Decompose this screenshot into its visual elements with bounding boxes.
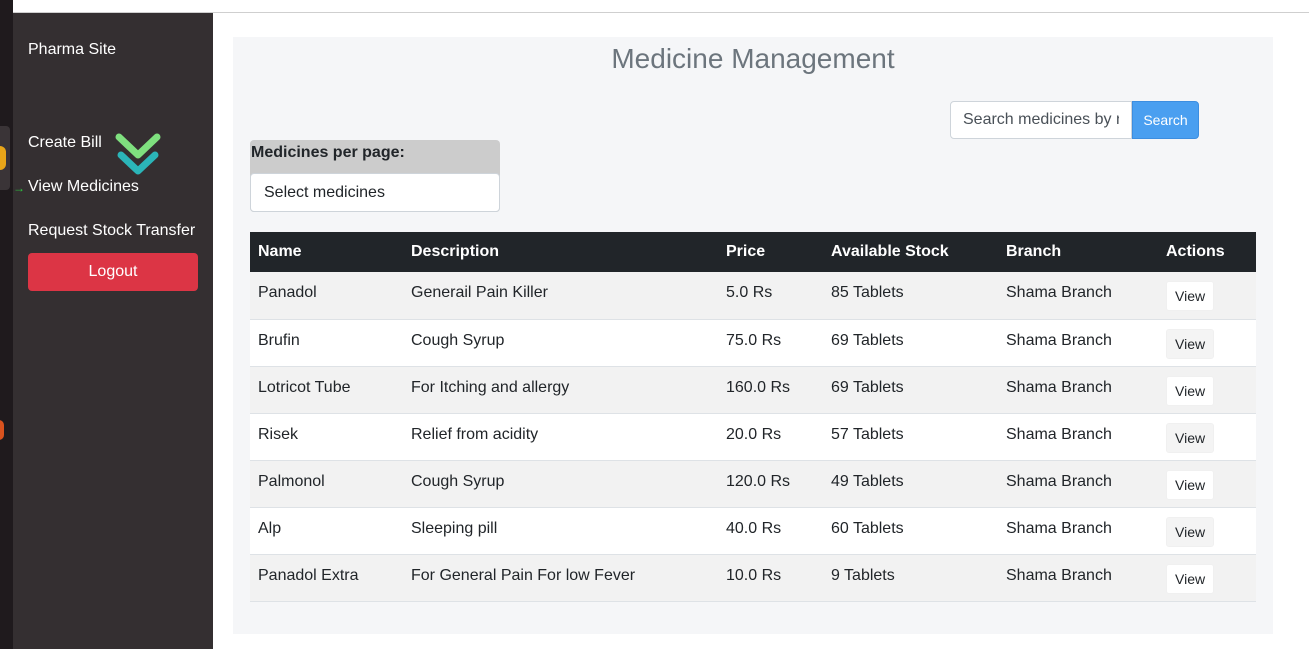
cell-actions: View bbox=[1158, 366, 1256, 414]
cell-description: Cough Syrup bbox=[403, 319, 718, 367]
view-button[interactable]: View bbox=[1166, 563, 1215, 594]
table-header-row: Name Description Price Available Stock B… bbox=[250, 232, 1256, 272]
column-header-price: Price bbox=[718, 232, 823, 272]
dock-app-icon[interactable] bbox=[0, 146, 6, 170]
cell-price: 40.0 Rs bbox=[718, 507, 823, 555]
cell-name: Brufin bbox=[250, 319, 403, 367]
cell-branch: Shama Branch bbox=[998, 272, 1158, 320]
double-chevron-down-icon bbox=[115, 133, 161, 175]
cell-name: Panadol Extra bbox=[250, 554, 403, 602]
cell-branch: Shama Branch bbox=[998, 554, 1158, 602]
main-panel: Medicine Management Search Medicines per… bbox=[233, 37, 1273, 634]
cell-stock: 60 Tablets bbox=[823, 507, 998, 555]
cell-name: Risek bbox=[250, 413, 403, 461]
table-row: Risek Relief from acidity 20.0 Rs 57 Tab… bbox=[250, 413, 1256, 461]
column-header-description: Description bbox=[403, 232, 718, 272]
cell-name: Panadol bbox=[250, 272, 403, 320]
cell-name: Alp bbox=[250, 507, 403, 555]
cell-price: 160.0 Rs bbox=[718, 366, 823, 414]
cell-branch: Shama Branch bbox=[998, 460, 1158, 508]
view-button[interactable]: View bbox=[1166, 516, 1215, 547]
cell-actions: View bbox=[1158, 554, 1256, 602]
cell-branch: Shama Branch bbox=[998, 507, 1158, 555]
logout-button[interactable]: Logout bbox=[28, 253, 198, 291]
brand-title[interactable]: Pharma Site bbox=[28, 41, 116, 59]
medicines-table: Name Description Price Available Stock B… bbox=[250, 232, 1256, 602]
cell-branch: Shama Branch bbox=[998, 319, 1158, 367]
page-title: Medicine Management bbox=[611, 43, 895, 74]
cell-actions: View bbox=[1158, 507, 1256, 555]
search-button[interactable]: Search bbox=[1132, 101, 1199, 139]
cell-description: For Itching and allergy bbox=[403, 366, 718, 414]
cell-description: Cough Syrup bbox=[403, 460, 718, 508]
cell-price: 20.0 Rs bbox=[718, 413, 823, 461]
cell-stock: 85 Tablets bbox=[823, 272, 998, 320]
table-row: Palmonol Cough Syrup 120.0 Rs 49 Tablets… bbox=[250, 460, 1256, 508]
cell-name: Lotricot Tube bbox=[250, 366, 403, 414]
sidebar: Pharma Site Create Bill → View Medicines… bbox=[13, 13, 213, 649]
view-button[interactable]: View bbox=[1166, 375, 1215, 406]
column-header-branch: Branch bbox=[998, 232, 1158, 272]
arrow-right-icon: → bbox=[13, 181, 25, 195]
search-group: Search bbox=[950, 101, 1200, 139]
per-page-label: Medicines per page: bbox=[251, 144, 405, 161]
cell-stock: 57 Tablets bbox=[823, 413, 998, 461]
cell-price: 5.0 Rs bbox=[718, 272, 823, 320]
cell-actions: View bbox=[1158, 319, 1256, 367]
view-button[interactable]: View bbox=[1166, 422, 1215, 453]
table-row: Panadol Generail Pain Killer 5.0 Rs 85 T… bbox=[250, 272, 1256, 320]
view-button[interactable]: View bbox=[1166, 469, 1215, 500]
cell-stock: 69 Tablets bbox=[823, 366, 998, 414]
per-page-group: Medicines per page: Select medicines bbox=[250, 140, 500, 212]
table-row: Panadol Extra For General Pain For low F… bbox=[250, 554, 1256, 602]
cell-branch: Shama Branch bbox=[998, 413, 1158, 461]
cell-stock: 69 Tablets bbox=[823, 319, 998, 367]
cell-name: Palmonol bbox=[250, 460, 403, 508]
cell-description: Generail Pain Killer bbox=[403, 272, 718, 320]
column-header-actions: Actions bbox=[1158, 232, 1256, 272]
cell-branch: Shama Branch bbox=[998, 366, 1158, 414]
table-row: Alp Sleeping pill 40.0 Rs 60 Tablets Sha… bbox=[250, 507, 1256, 555]
cell-stock: 9 Tablets bbox=[823, 554, 998, 602]
browser-topbar bbox=[13, 0, 1309, 13]
cell-stock: 49 Tablets bbox=[823, 460, 998, 508]
cell-description: Sleeping pill bbox=[403, 507, 718, 555]
cell-actions: View bbox=[1158, 272, 1256, 320]
cell-price: 10.0 Rs bbox=[718, 554, 823, 602]
nav-create-bill[interactable]: Create Bill bbox=[28, 134, 102, 152]
dock-app-icon[interactable] bbox=[0, 420, 4, 440]
per-page-select[interactable]: Select medicines bbox=[250, 173, 500, 212]
table-row: Lotricot Tube For Itching and allergy 16… bbox=[250, 366, 1256, 414]
view-button[interactable]: View bbox=[1166, 328, 1215, 359]
search-input[interactable] bbox=[950, 101, 1132, 139]
column-header-name: Name bbox=[250, 232, 403, 272]
cell-description: Relief from acidity bbox=[403, 413, 718, 461]
cell-description: For General Pain For low Fever bbox=[403, 554, 718, 602]
column-header-stock: Available Stock bbox=[823, 232, 998, 272]
nav-request-stock-transfer[interactable]: Request Stock Transfer bbox=[28, 222, 195, 240]
os-dock-strip bbox=[0, 0, 13, 649]
table-row: Brufin Cough Syrup 75.0 Rs 69 Tablets Sh… bbox=[250, 319, 1256, 367]
view-button[interactable]: View bbox=[1166, 281, 1215, 311]
cell-price: 75.0 Rs bbox=[718, 319, 823, 367]
cell-actions: View bbox=[1158, 413, 1256, 461]
cell-price: 120.0 Rs bbox=[718, 460, 823, 508]
cell-actions: View bbox=[1158, 460, 1256, 508]
